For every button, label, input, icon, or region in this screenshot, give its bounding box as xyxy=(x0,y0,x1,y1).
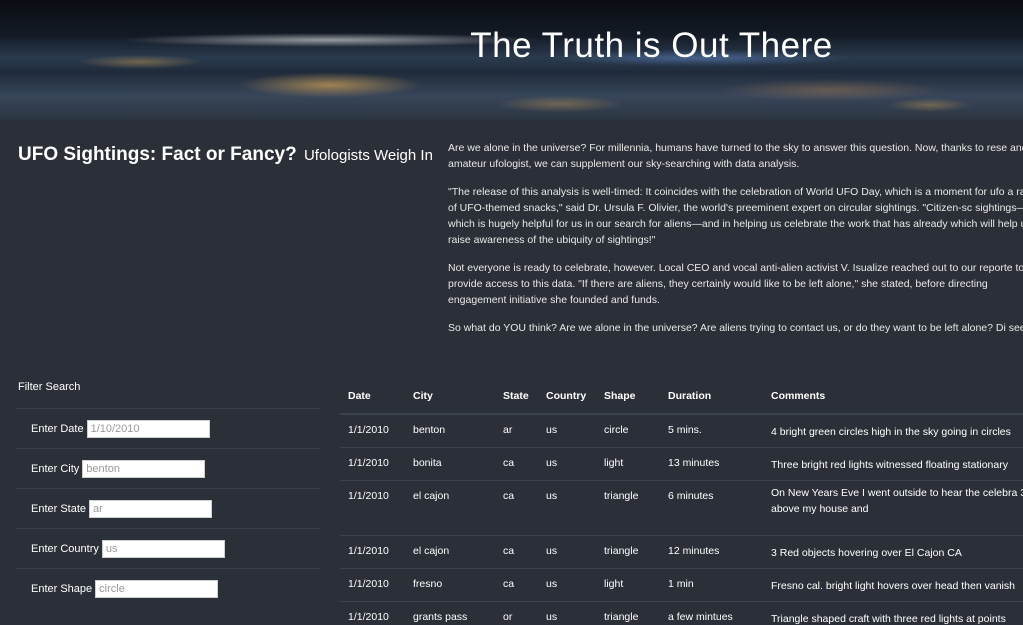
cell-comments: Fresno cal. bright light hovers over hea… xyxy=(763,568,1023,602)
filter-heading: Filter Search xyxy=(18,381,81,393)
column-header-shape: Shape xyxy=(596,378,660,415)
cell-date: 1/1/2010 xyxy=(340,480,405,536)
cell-shape: triangle xyxy=(596,480,660,536)
table-row: 1/1/2010 grants pass or us triangle a fe… xyxy=(340,601,1023,625)
results-table-container[interactable]: Date City State Country Shape Duration C… xyxy=(340,378,1023,625)
cell-date: 1/1/2010 xyxy=(340,414,405,448)
cell-date: 1/1/2010 xyxy=(340,535,405,569)
cell-duration: a few mintues xyxy=(660,601,763,625)
cell-country: us xyxy=(538,568,596,602)
cell-state: ca xyxy=(495,447,538,481)
cell-duration: 13 minutes xyxy=(660,447,763,481)
shape-filter-input[interactable] xyxy=(95,579,219,598)
cell-duration: 12 minutes xyxy=(660,535,763,569)
filter-row-shape: Enter Shape xyxy=(17,568,320,608)
column-header-country: Country xyxy=(538,378,596,415)
table-row: 1/1/2010 bonita ca us light 13 minutes T… xyxy=(340,447,1023,481)
table-header-row: Date City State Country Shape Duration C… xyxy=(340,378,1023,415)
article-paragraph: So what do YOU think? Are we alone in th… xyxy=(448,322,1023,334)
page-subtitle: Ufologists Weigh In xyxy=(303,147,433,164)
filter-row-city: Enter City xyxy=(17,448,320,488)
filter-row-date: Enter Date xyxy=(17,408,320,448)
city-filter-label: Enter City xyxy=(31,462,80,475)
cell-shape: triangle xyxy=(596,535,660,569)
cell-comments: On New Years Eve I went outside to hear … xyxy=(763,480,1023,536)
column-header-city: City xyxy=(405,378,495,415)
table-row: 1/1/2010 benton ar us circle 5 mins. 4 b… xyxy=(340,414,1023,448)
cell-city: fresno xyxy=(405,568,495,602)
cell-comments: Three bright red lights witnessed floati… xyxy=(763,447,1023,481)
city-filter-input[interactable] xyxy=(82,459,206,478)
cell-state: ar xyxy=(495,414,538,448)
cell-shape: light xyxy=(596,568,660,602)
cell-city: benton xyxy=(405,414,495,448)
page-title: UFO Sightings: Fact or Fancy? Ufologists… xyxy=(18,144,433,166)
country-filter-input[interactable] xyxy=(101,539,225,558)
table-row: 1/1/2010 el cajon ca us triangle 12 minu… xyxy=(340,535,1023,569)
filter-row-country: Enter Country xyxy=(17,528,320,568)
cell-duration: 6 minutes xyxy=(660,480,763,536)
article-paragraph: Are we alone in the universe? For millen… xyxy=(448,142,1023,170)
state-filter-input[interactable] xyxy=(89,499,213,518)
column-header-state: State xyxy=(495,378,538,415)
article-body: Are we alone in the universe? For millen… xyxy=(448,140,1023,370)
cell-shape: light xyxy=(596,447,660,481)
column-header-date: Date xyxy=(340,378,405,415)
column-header-duration: Duration xyxy=(660,378,763,415)
cell-country: us xyxy=(538,480,596,536)
state-filter-label: Enter State xyxy=(31,502,87,515)
date-filter-label: Enter Date xyxy=(31,422,84,435)
date-filter-input[interactable] xyxy=(86,419,210,438)
filter-panel: Filter Search Enter Date Enter City Ente… xyxy=(0,375,330,625)
column-header-comments: Comments xyxy=(763,378,1023,415)
cell-shape: triangle xyxy=(596,601,660,625)
hero-banner: The Truth is Out There xyxy=(0,0,1023,120)
cell-comments: 3 Red objects hovering over El Cajon CA xyxy=(763,535,1023,569)
cell-comments: Triangle shaped craft with three red lig… xyxy=(763,601,1023,625)
hero-title: The Truth is Out There xyxy=(470,26,833,65)
table-row: 1/1/2010 el cajon ca us triangle 6 minut… xyxy=(340,480,1023,536)
cell-state: or xyxy=(495,601,538,625)
cell-date: 1/1/2010 xyxy=(340,601,405,625)
cell-date: 1/1/2010 xyxy=(340,447,405,481)
cell-state: ca xyxy=(495,535,538,569)
results-table: Date City State Country Shape Duration C… xyxy=(340,378,1023,625)
cell-city: el cajon xyxy=(405,480,495,536)
table-row: 1/1/2010 fresno ca us light 1 min Fresno… xyxy=(340,568,1023,602)
country-filter-label: Enter Country xyxy=(31,542,99,555)
cell-state: ca xyxy=(495,480,538,536)
cell-shape: circle xyxy=(596,414,660,448)
cell-city: el cajon xyxy=(405,535,495,569)
page-title-main: UFO Sightings: Fact or Fancy? xyxy=(18,144,297,165)
filter-row-state: Enter State xyxy=(17,488,320,528)
cell-country: us xyxy=(538,447,596,481)
cell-country: us xyxy=(538,601,596,625)
cell-duration: 1 min xyxy=(660,568,763,602)
cell-country: us xyxy=(538,414,596,448)
cell-comments: 4 bright green circles high in the sky g… xyxy=(763,414,1023,448)
cell-duration: 5 mins. xyxy=(660,414,763,448)
cell-country: us xyxy=(538,535,596,569)
article-paragraph: "The release of this analysis is well-ti… xyxy=(448,186,1023,246)
article-paragraph: Not everyone is ready to celebrate, howe… xyxy=(448,262,1023,306)
cell-date: 1/1/2010 xyxy=(340,568,405,602)
cell-city: grants pass xyxy=(405,601,495,625)
cell-city: bonita xyxy=(405,447,495,481)
shape-filter-label: Enter Shape xyxy=(31,582,93,595)
cell-state: ca xyxy=(495,568,538,602)
